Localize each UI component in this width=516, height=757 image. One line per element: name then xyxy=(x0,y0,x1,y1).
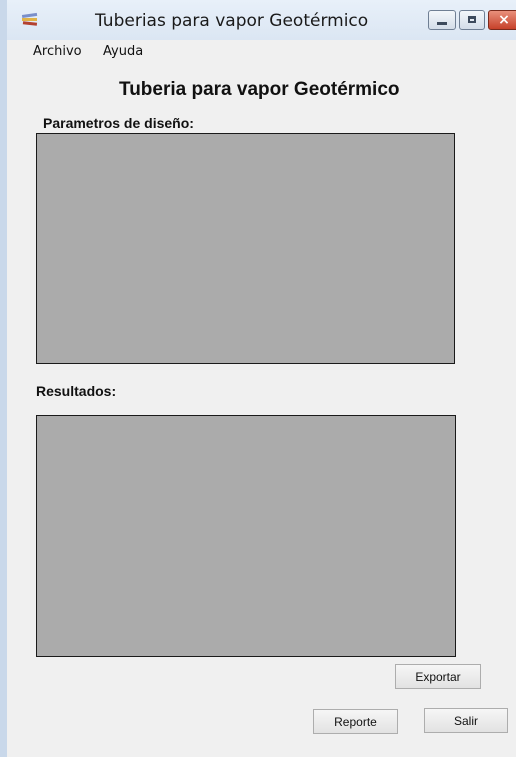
results-label: Resultados: xyxy=(36,383,117,399)
window-title: Tuberias para vapor Geotérmico xyxy=(95,11,369,31)
menu-bar: Archivo Ayuda xyxy=(7,40,516,62)
design-params-label: Parametros de diseño: xyxy=(43,115,194,131)
export-button[interactable]: Exportar xyxy=(395,664,481,689)
maximize-button[interactable] xyxy=(459,10,485,30)
close-icon: × xyxy=(498,12,510,28)
minimize-icon xyxy=(437,22,447,25)
design-params-panel[interactable] xyxy=(36,133,455,364)
stacked-books-icon xyxy=(21,12,38,26)
menu-item-ayuda[interactable]: Ayuda xyxy=(103,44,143,59)
form-title: Tuberia para vapor Geotérmico xyxy=(119,79,400,100)
main-window: Tuberias para vapor Geotérmico × Archivo… xyxy=(0,0,516,757)
results-panel[interactable] xyxy=(36,415,456,657)
minimize-button[interactable] xyxy=(428,10,456,30)
exit-button[interactable]: Salir xyxy=(424,708,508,733)
menu-item-archivo[interactable]: Archivo xyxy=(33,44,82,59)
maximize-icon xyxy=(468,16,476,23)
title-bar[interactable]: Tuberias para vapor Geotérmico × xyxy=(7,0,516,40)
report-button[interactable]: Reporte xyxy=(313,709,398,734)
close-button[interactable]: × xyxy=(488,10,516,30)
